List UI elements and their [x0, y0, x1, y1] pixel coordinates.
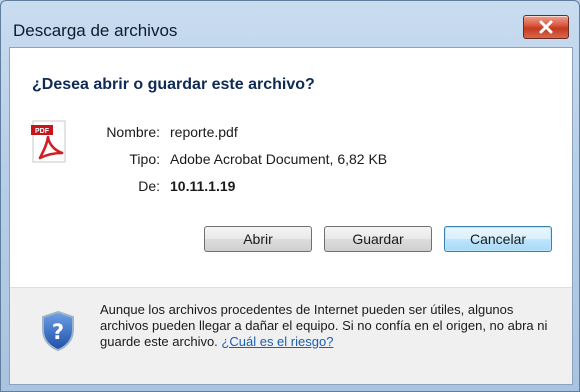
type-label: Tipo:	[129, 151, 160, 167]
type-row: Tipo: Adobe Acrobat Document, 6,82 KB	[10, 151, 570, 169]
close-button[interactable]	[523, 15, 569, 39]
cancel-button[interactable]: Cancelar	[444, 226, 552, 252]
risk-link[interactable]: ¿Cuál es el riesgo?	[221, 334, 333, 349]
dialog-question: ¿Desea abrir o guardar este archivo?	[32, 76, 315, 93]
dialog-body: ¿Desea abrir o guardar este archivo? PDF…	[9, 47, 573, 385]
close-icon	[539, 20, 553, 34]
open-button[interactable]: Abrir	[204, 226, 312, 252]
security-warning-text: Aunque los archivos procedentes de Inter…	[100, 302, 560, 350]
svg-text:?: ?	[52, 320, 64, 344]
save-button[interactable]: Guardar	[324, 226, 432, 252]
name-row: Nombre: reporte.pdf	[10, 124, 570, 142]
from-value: 10.11.1.19	[170, 178, 236, 194]
name-value: reporte.pdf	[170, 124, 238, 140]
from-label: De:	[138, 178, 160, 194]
file-download-dialog: Descarga de archivos ¿Desea abrir o guar…	[0, 0, 580, 392]
shield-question-icon: ?	[42, 310, 74, 352]
title-bar[interactable]: Descarga de archivos	[1, 1, 579, 47]
security-warning: ? Aunque los archivos procedentes de Int…	[10, 287, 572, 384]
name-label: Nombre:	[106, 124, 160, 140]
type-value: Adobe Acrobat Document, 6,82 KB	[170, 151, 388, 167]
window-title: Descarga de archivos	[13, 21, 178, 40]
from-row: De: 10.11.1.19	[10, 178, 570, 196]
